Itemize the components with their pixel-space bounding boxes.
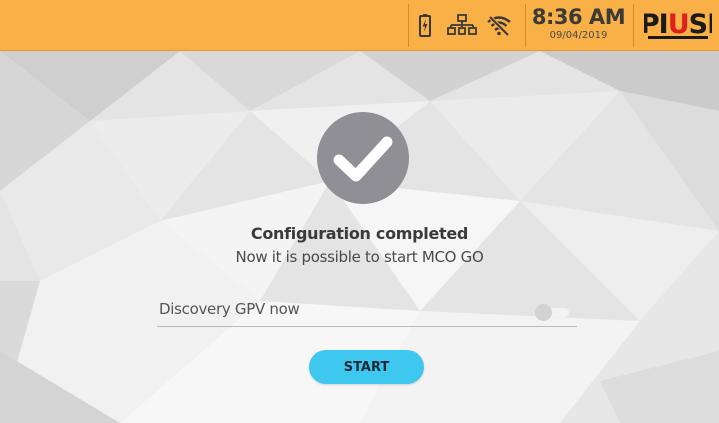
status-divider [408,4,409,47]
page-title: Configuration completed [250,224,469,243]
discovery-option-label: Discovery GPV now [159,300,300,318]
svg-text:PIUSI: PIUSI [644,9,712,40]
clock-date: 09/04/2019 [549,30,608,41]
toggle-knob [535,304,552,321]
status-divider [633,4,634,47]
page-subtitle: Now it is possible to start MCO GO [235,248,484,266]
discovery-option-row: Discovery GPV now [157,296,577,327]
piusi-logo: PIUSI [644,6,712,44]
discovery-toggle[interactable] [535,304,575,321]
top-status-bar: 8:36 AM 09/04/2019 PIUSI [0,0,719,51]
wifi-off-icon [487,15,511,36]
clock: 8:36 AM 09/04/2019 [527,5,630,42]
option-divider [157,326,577,327]
network-icon [447,14,477,35]
start-button[interactable]: START [309,350,424,384]
clock-time: 8:36 AM [531,5,626,29]
battery-charging-icon [419,14,431,37]
status-divider [525,4,526,47]
check-icon [317,112,409,204]
